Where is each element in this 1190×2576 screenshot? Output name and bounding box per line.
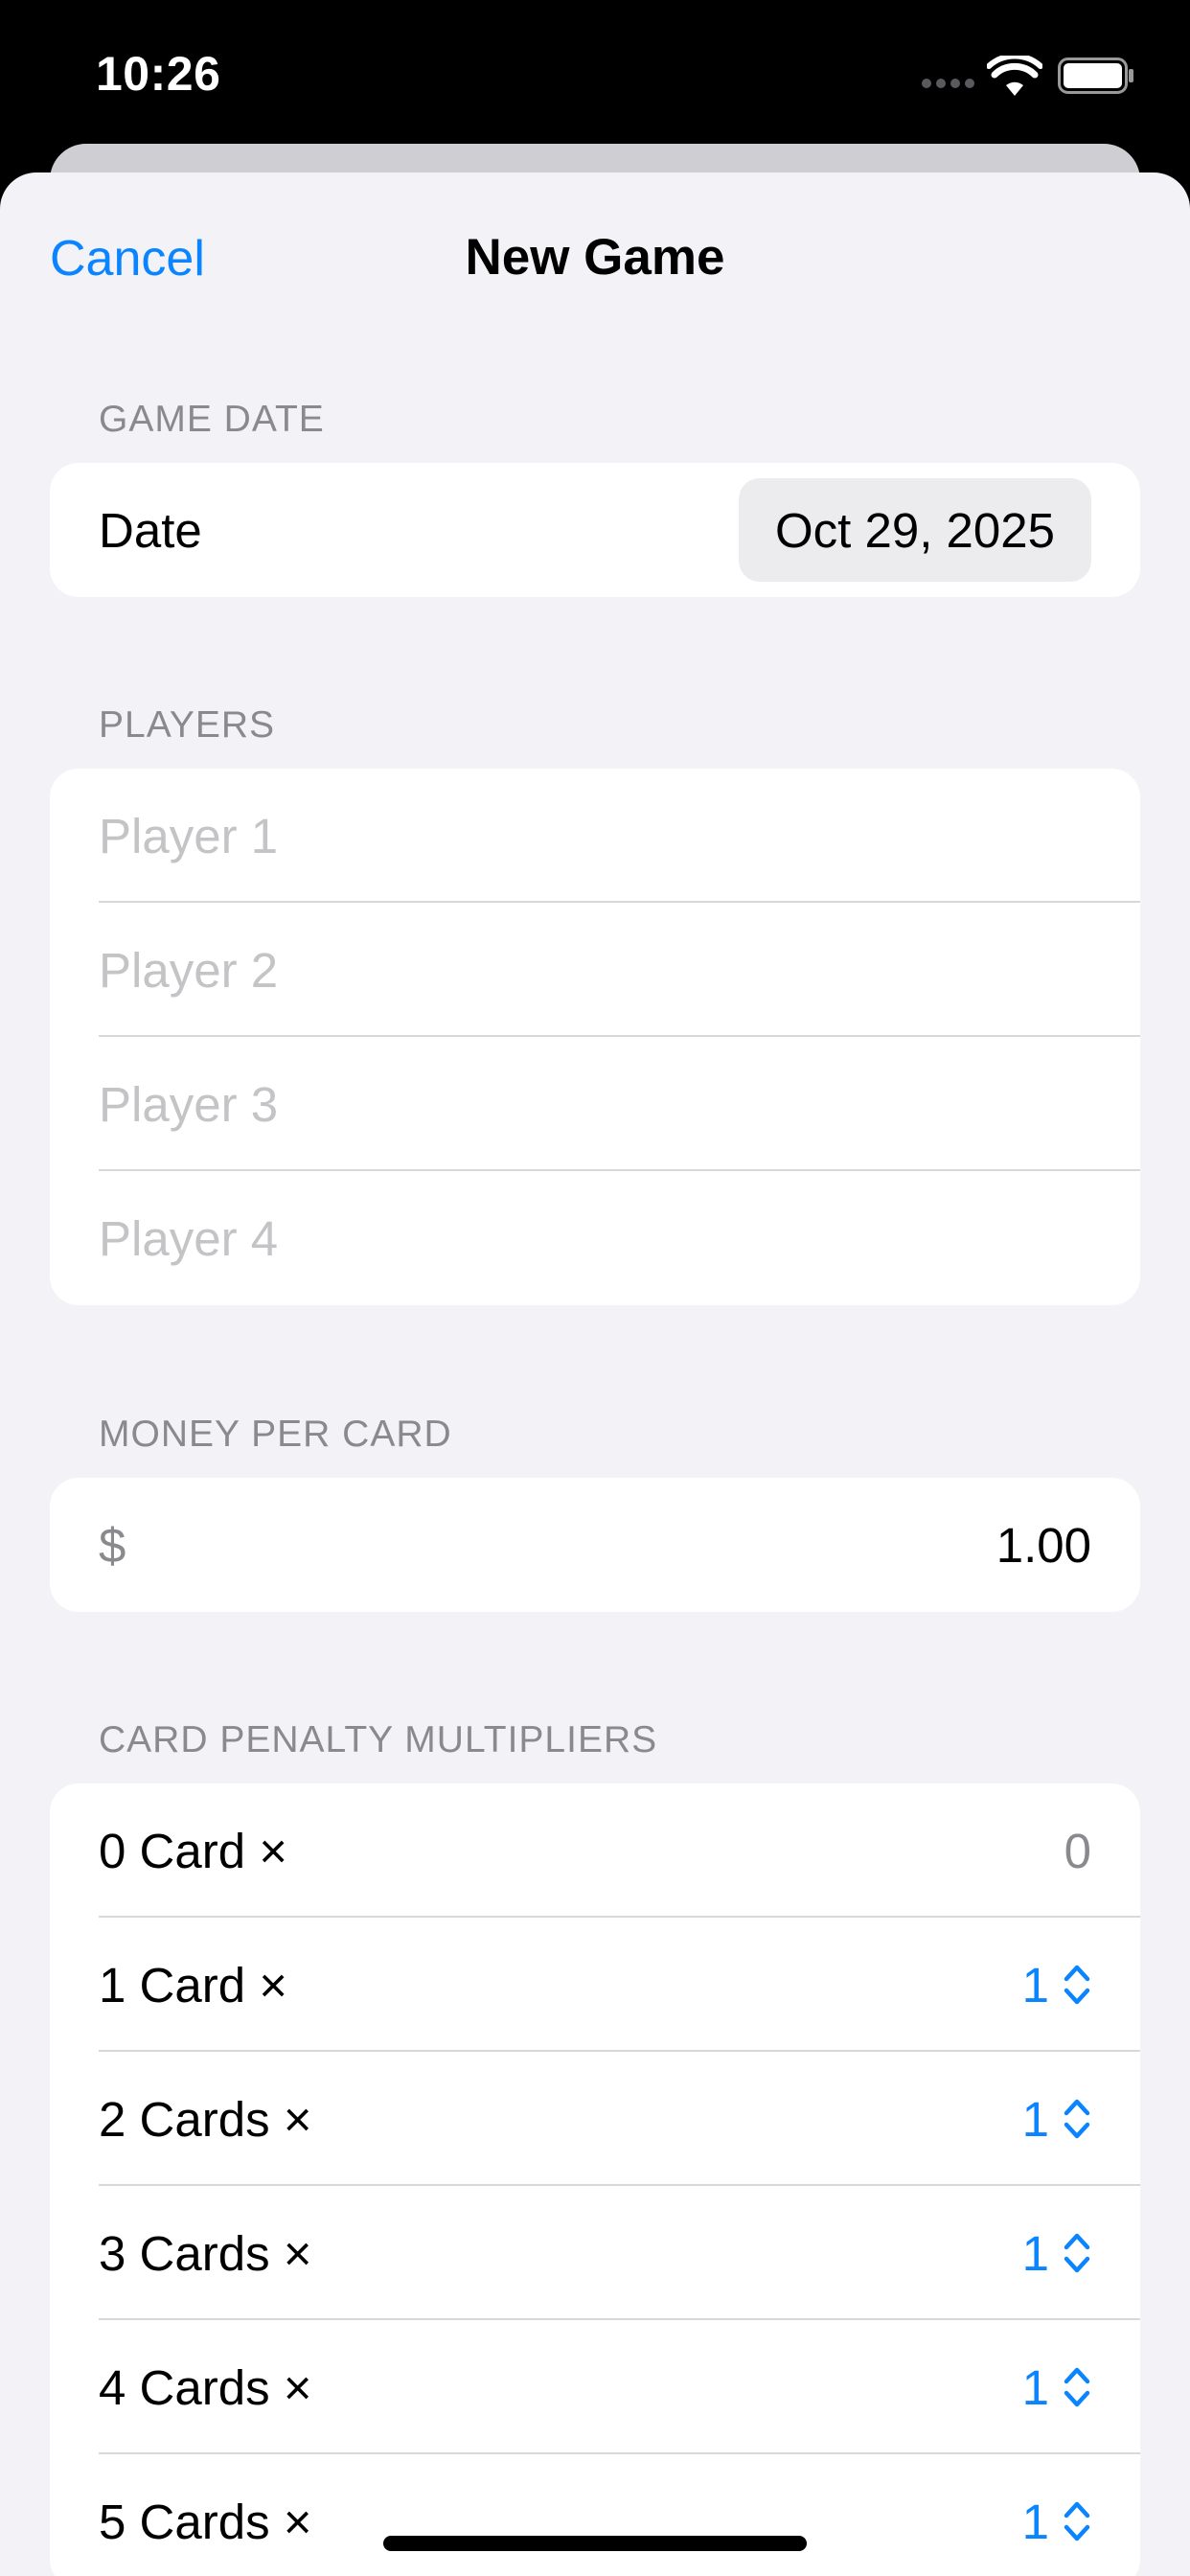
multiplier-picker[interactable]: 1	[1022, 2225, 1091, 2282]
players-group	[50, 769, 1140, 1305]
multiplier-picker[interactable]: 1	[1022, 2359, 1091, 2416]
section-header-game-date: GAME DATE	[99, 399, 325, 440]
money-row[interactable]: $ 1.00	[50, 1478, 1140, 1612]
player-3-field[interactable]	[99, 1037, 1091, 1171]
multiplier-row: 4 Cards × 1	[50, 2320, 1140, 2454]
section-header-players: PLAYERS	[99, 704, 276, 746]
multiplier-label: 4 Cards ×	[99, 2359, 312, 2415]
multiplier-row: 0 Card × 0	[50, 1783, 1140, 1918]
date-picker-button[interactable]: Oct 29, 2025	[738, 478, 1091, 582]
money-per-card-field[interactable]: 1.00	[996, 1517, 1091, 1574]
money-group: $ 1.00	[50, 1478, 1140, 1612]
multiplier-label: 5 Cards ×	[99, 2494, 312, 2549]
wifi-icon	[987, 56, 1042, 96]
section-header-multipliers: CARD PENALTY MULTIPLIERS	[99, 1719, 658, 1760]
multiplier-label: 1 Card ×	[99, 1957, 288, 2012]
player-row	[50, 1171, 1140, 1305]
player-row	[50, 1037, 1140, 1171]
home-indicator[interactable]	[383, 2536, 807, 2551]
player-row	[50, 769, 1140, 903]
status-time: 10:26	[96, 47, 221, 101]
multiplier-label: 2 Cards ×	[99, 2091, 312, 2147]
multiplier-value: 1	[1021, 2225, 1049, 2281]
multiplier-row: 5 Cards × 1	[50, 2454, 1140, 2576]
player-row	[50, 903, 1140, 1037]
multiplier-label: 0 Card ×	[99, 1823, 288, 1878]
player-4-field[interactable]	[99, 1171, 1091, 1305]
multiplier-picker[interactable]: 1	[1022, 1957, 1091, 2013]
game-date-group: Date Oct 29, 2025	[50, 463, 1140, 597]
multiplier-row: 2 Cards × 1	[50, 2052, 1140, 2186]
multipliers-group: 0 Card × 0 1 Card × 1 2 Cards × 1 3 Card…	[50, 1783, 1140, 2576]
chevron-up-down-icon	[1064, 1965, 1090, 2005]
multiplier-value: 1	[1021, 2359, 1049, 2415]
multiplier-value: 0	[1064, 1823, 1091, 1878]
player-1-field[interactable]	[99, 769, 1091, 903]
section-header-money: MONEY PER CARD	[99, 1414, 452, 1455]
multiplier-label: 3 Cards ×	[99, 2225, 312, 2281]
player-2-field[interactable]	[99, 903, 1091, 1037]
multiplier-picker[interactable]: 1	[1022, 2091, 1091, 2148]
chevron-up-down-icon	[1064, 2099, 1090, 2139]
chevron-up-down-icon	[1064, 2367, 1090, 2407]
cellular-signal-icon	[922, 79, 974, 88]
new-game-sheet: Cancel New Game GAME DATE Date Oct 29, 2…	[0, 172, 1190, 2576]
multiplier-row: 1 Card × 1	[50, 1918, 1140, 2052]
multiplier-value: 1	[1021, 2091, 1049, 2147]
date-label: Date	[99, 502, 202, 558]
date-row: Date Oct 29, 2025	[50, 463, 1140, 597]
status-bar: 10:26	[0, 0, 1190, 144]
chevron-up-down-icon	[1064, 2233, 1090, 2273]
page-title: New Game	[465, 229, 725, 286]
multiplier-value: 1	[1021, 2494, 1049, 2549]
chevron-up-down-icon	[1064, 2501, 1090, 2542]
multiplier-value: 1	[1021, 1957, 1049, 2012]
multiplier-picker[interactable]: 1	[1022, 2494, 1091, 2550]
currency-symbol: $	[99, 1517, 126, 1573]
multiplier-row: 3 Cards × 1	[50, 2186, 1140, 2320]
battery-icon	[1058, 58, 1133, 94]
